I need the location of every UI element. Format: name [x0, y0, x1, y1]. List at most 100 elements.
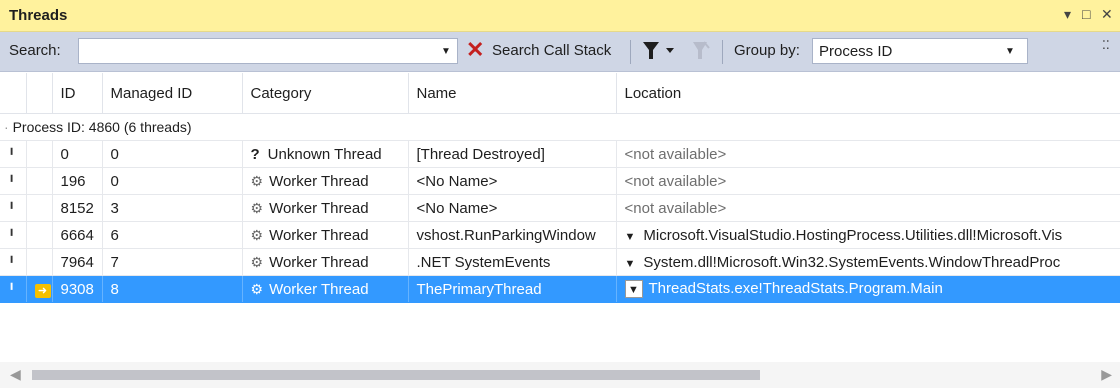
category-cell: ⚙ Worker Thread [242, 248, 409, 276]
maximize-icon[interactable]: □ [1082, 6, 1090, 22]
column-header-name[interactable]: Name [408, 73, 617, 114]
thread-row[interactable]: ╹ 6664 6 ⚙ Worker Thread vshost.RunParkin… [0, 221, 1120, 249]
column-header-flag[interactable] [0, 73, 27, 114]
group-by-dropdown-chevron-icon[interactable]: ▼ [1005, 46, 1015, 57]
location-text: Microsoft.VisualStudio.HostingProcess.Ut… [643, 226, 1063, 244]
category-cell: ⚙ Worker Thread [242, 194, 409, 222]
group-by-value: Process ID [819, 43, 893, 60]
gear-icon: ⚙ [250, 199, 264, 216]
thread-id-cell: 9308 [52, 275, 103, 303]
column-header-managed-id[interactable]: Managed ID [102, 73, 243, 114]
column-header-row: ID Managed ID Category Name Location [0, 73, 1120, 114]
managed-id-cell: 0 [102, 167, 243, 195]
thread-id-cell: 196 [52, 167, 103, 195]
group-header-text: Process ID: 4860 (6 threads) [12, 119, 192, 135]
location-cell: <not available> [616, 140, 1120, 168]
collapse-group-icon[interactable]: · [4, 119, 9, 135]
flag-cell[interactable]: ╹ [0, 248, 27, 276]
toolbar-separator [722, 40, 723, 64]
group-by-label: Group by: [734, 42, 800, 59]
search-dropdown-chevron-icon[interactable]: ▼ [441, 46, 451, 57]
thread-row-selected[interactable]: ╹ ➜ 9308 8 ⚙ Worker Thread ThePrimaryThre… [0, 275, 1120, 303]
location-text: System.dll!Microsoft.Win32.SystemEvents.… [643, 253, 1061, 271]
thread-name-cell: ThePrimaryThread [408, 275, 617, 303]
category-text: Worker Thread [269, 280, 369, 298]
current-thread-cell [26, 248, 53, 276]
window-title: Threads [9, 7, 68, 24]
tool-window-titlebar: Threads ▾ □ ✕ [0, 0, 1120, 32]
scrollbar-thumb[interactable] [32, 370, 760, 380]
thread-id-cell: 0 [52, 140, 103, 168]
category-cell: ? Unknown Thread [242, 140, 409, 168]
toolbar-overflow-icon[interactable]: ⁚⁚ [1102, 38, 1110, 52]
thread-id-cell: 8152 [52, 194, 103, 222]
flag-cell[interactable]: ╹ [0, 140, 27, 168]
group-header-row[interactable]: · Process ID: 4860 (6 threads) [0, 113, 1120, 141]
threads-grid: ID Managed ID Category Name Location · P… [0, 73, 1120, 303]
current-thread-cell: ➜ [26, 275, 53, 303]
search-combobox[interactable]: ▼ [78, 38, 458, 64]
column-header-current[interactable] [26, 73, 53, 114]
unflag-filter-icon[interactable] [692, 40, 712, 66]
current-thread-cell [26, 221, 53, 249]
location-text: ThreadStats.exe!ThreadStats.Program.Main [648, 280, 943, 297]
thread-id-cell: 7964 [52, 248, 103, 276]
clear-search-icon[interactable]: ✕ [466, 39, 484, 61]
group-by-combobox[interactable]: Process ID ▼ [812, 38, 1028, 64]
flag-icon[interactable]: ╹ [8, 256, 15, 270]
flag-icon[interactable]: ╹ [8, 229, 15, 243]
managed-id-cell: 8 [102, 275, 243, 303]
thread-row[interactable]: ╹ 0 0 ? Unknown Thread [Thread Destroyed]… [0, 140, 1120, 168]
flag-icon[interactable]: ╹ [8, 148, 15, 162]
column-header-location[interactable]: Location [616, 73, 1120, 114]
flag-cell[interactable]: ╹ [0, 275, 27, 303]
toolbar-separator [630, 40, 631, 64]
threads-toolbar: Search: ▼ ✕ Search Call Stack Group by: … [0, 32, 1120, 72]
search-call-stack-button[interactable]: Search Call Stack [492, 42, 611, 59]
close-icon[interactable]: ✕ [1101, 6, 1113, 23]
location-cell: ▼ Microsoft.VisualStudio.HostingProcess.U… [616, 221, 1120, 249]
category-cell: ⚙ Worker Thread [242, 275, 409, 303]
managed-id-cell: 6 [102, 221, 243, 249]
scroll-left-arrow-icon[interactable]: ◀ [10, 366, 21, 383]
flag-cell[interactable]: ╹ [0, 167, 27, 195]
thread-name-cell: [Thread Destroyed] [408, 140, 617, 168]
flag-cell[interactable]: ╹ [0, 194, 27, 222]
flag-filter-icon[interactable] [642, 40, 682, 66]
flag-cell[interactable]: ╹ [0, 221, 27, 249]
thread-id-cell: 6664 [52, 221, 103, 249]
window-menu-dropdown-icon[interactable]: ▾ [1064, 6, 1071, 23]
expand-location-chevron-icon[interactable]: ▼ [625, 258, 636, 270]
flag-icon[interactable]: ╹ [8, 175, 15, 189]
horizontal-scrollbar[interactable]: ◀ ▶ [0, 362, 1120, 388]
gear-icon: ⚙ [250, 226, 264, 243]
thread-name-cell: <No Name> [408, 167, 617, 195]
category-text: Worker Thread [269, 253, 369, 271]
flag-icon[interactable]: ╹ [8, 283, 15, 297]
location-cell: <not available> [616, 167, 1120, 195]
expand-location-chevron-icon[interactable]: ▼ [625, 231, 636, 243]
group-header-label: · Process ID: 4860 (6 threads) [0, 113, 1120, 141]
search-input[interactable] [83, 41, 427, 63]
column-header-category[interactable]: Category [242, 73, 409, 114]
thread-name-cell: vshost.RunParkingWindow [408, 221, 617, 249]
managed-id-cell: 7 [102, 248, 243, 276]
current-thread-cell [26, 194, 53, 222]
current-thread-cell [26, 140, 53, 168]
category-text: Worker Thread [269, 226, 369, 244]
gear-icon: ⚙ [250, 280, 264, 297]
expand-location-chevron-icon[interactable]: ▼ [624, 280, 643, 298]
category-text: Worker Thread [269, 199, 369, 217]
gear-icon: ⚙ [250, 253, 264, 270]
category-text: Unknown Thread [267, 145, 382, 163]
location-cell: ▼ ThreadStats.exe!ThreadStats.Program.Mai… [616, 275, 1120, 303]
thread-row[interactable]: ╹ 8152 3 ⚙ Worker Thread <No Name> <not a… [0, 194, 1120, 222]
column-header-id[interactable]: ID [52, 73, 103, 114]
category-cell: ⚙ Worker Thread [242, 167, 409, 195]
thread-name-cell: .NET SystemEvents [408, 248, 617, 276]
scroll-right-arrow-icon[interactable]: ▶ [1101, 366, 1112, 383]
thread-row[interactable]: ╹ 7964 7 ⚙ Worker Thread .NET SystemEvent… [0, 248, 1120, 276]
flag-icon[interactable]: ╹ [8, 202, 15, 216]
search-label: Search: [9, 42, 61, 59]
thread-row[interactable]: ╹ 196 0 ⚙ Worker Thread <No Name> <not av… [0, 167, 1120, 195]
